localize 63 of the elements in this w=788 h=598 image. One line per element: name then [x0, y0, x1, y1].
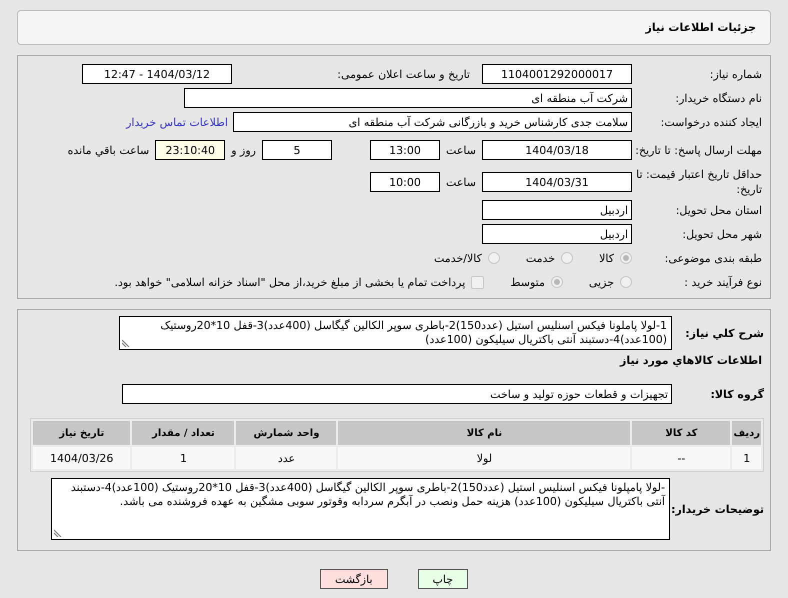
column-header: تاریخ نیاز [33, 421, 130, 445]
print-button[interactable]: چاپ [418, 569, 468, 589]
table-cell: لولا [338, 447, 630, 469]
column-header: نام کالا [338, 421, 630, 445]
requester-field: سلامت جدی کارشناس خرید و بازرگانی شرکت آب منطقه ای [233, 112, 632, 132]
radio-button[interactable] [620, 276, 632, 288]
section-title: اطلاعات کالاهاي مورد نياز [618, 353, 763, 369]
table-cell: 1404/03/26 [33, 447, 130, 469]
field-label: نوع فرآیند خرید : [683, 274, 763, 290]
deadline-time-field: 13:00 [370, 140, 440, 160]
field-label: طبقه بندی موضوعی: [664, 250, 763, 266]
column-header: کد کالا [632, 421, 730, 445]
time-label: ساعت [445, 144, 477, 156]
need-number-field: 1104001292000017 [482, 64, 632, 84]
column-header: تعداد / مقدار [132, 421, 234, 445]
field-label: تاریخ و ساعت اعلان عمومی: [336, 66, 471, 82]
validity-time-field: 10:00 [370, 172, 440, 192]
option-label: جزیی [588, 276, 614, 288]
option-label: خدمت [526, 252, 556, 264]
field-label: شماره نیاز: [708, 66, 763, 82]
province-field: اردبیل [482, 200, 632, 220]
option-label: کالا [599, 252, 614, 264]
product-group-field: تجهیزات و قطعات حوزه تولید و ساخت [122, 384, 672, 404]
field-label: توضیحات خریدار: [670, 502, 765, 516]
table-cell: 1 [132, 447, 234, 469]
field-label: شرح کلي نياز: [684, 326, 765, 340]
field-label: نام دستگاه خریدار: [674, 90, 763, 106]
resize-grip-icon[interactable] [122, 339, 130, 347]
field-label: مهلت ارسال پاسخ: تا تاریخ: [634, 142, 763, 158]
city-field: اردبیل [482, 224, 632, 244]
resize-grip-icon[interactable] [54, 529, 62, 537]
days-field: 5 [262, 140, 332, 160]
checkbox-label: پرداخت تمام یا بخشی از مبلغ خرید،از محل "اسناد خزانه اسلامی" خواهد بود. [114, 276, 466, 288]
option-label: متوسط [510, 276, 545, 288]
table-cell: -- [632, 447, 730, 469]
time-label: ساعت [445, 176, 477, 188]
announce-date-field: 1404/03/12 - 12:47 [82, 64, 232, 84]
field-label: ایجاد کننده درخواست: [660, 114, 763, 130]
radio-button[interactable] [620, 252, 632, 264]
radio-button[interactable] [550, 276, 563, 288]
remaining-label: ساعت باقي مانده [66, 144, 150, 156]
table-cell: عدد [236, 447, 336, 469]
field-label: شهر محل تحویل: [681, 226, 763, 242]
back-button[interactable]: بازگشت [320, 569, 388, 589]
field-label: حداقل تاریخ اعتبار قیمت: تا تاریخ: [635, 167, 763, 197]
remaining-time-field: 23:10:40 [155, 140, 226, 160]
column-header: رديف [732, 421, 761, 445]
validity-date-field: 1404/03/31 [482, 172, 632, 192]
days-label: روز و [230, 144, 257, 156]
radio-button[interactable] [488, 252, 500, 264]
column-header: واحد شمارش [236, 421, 336, 445]
buyer-contact-link[interactable]: اطلاعات تماس خریدار [126, 116, 228, 128]
radio-button[interactable] [561, 252, 574, 264]
option-label: کالا/خدمت [434, 252, 482, 264]
field-label: استان محل تحویل: [674, 202, 763, 218]
page-title: جزئیات اطلاعات نیاز [646, 21, 756, 34]
checkbox[interactable] [471, 276, 484, 288]
buyer-org-field: شرکت آب منطقه ای [184, 88, 632, 108]
buyer-notes-textarea[interactable]: -لولا پامپلونا فیکس اسنلیس استیل (عدد150)2-باطری سوپر الکالین گیگاسل (400عدد)3-قفل 10*20روستیک (100عدد)4-دستبند آنتی باکتریال سیلیکون (100عدد) هزینه حمل ونصب در آبگرم سردابه وقوتور سوبی مشگین به عهده فروشنده می باشد. [51, 478, 670, 540]
deadline-date-field: 1404/03/18 [482, 140, 632, 160]
description-textarea[interactable]: 1-لولا پاملونا فیکس اسنلیس استیل (عدد150)2-باطری سوپر الکالین گیگاسل (400عدد)3-قفل 10*20روستیک (100عدد)4-دستبند آنتی باکتریال سیلیکون (100عدد) [119, 316, 672, 350]
table-cell: 1 [732, 447, 761, 469]
field-label: گروه کالا: [709, 388, 765, 400]
